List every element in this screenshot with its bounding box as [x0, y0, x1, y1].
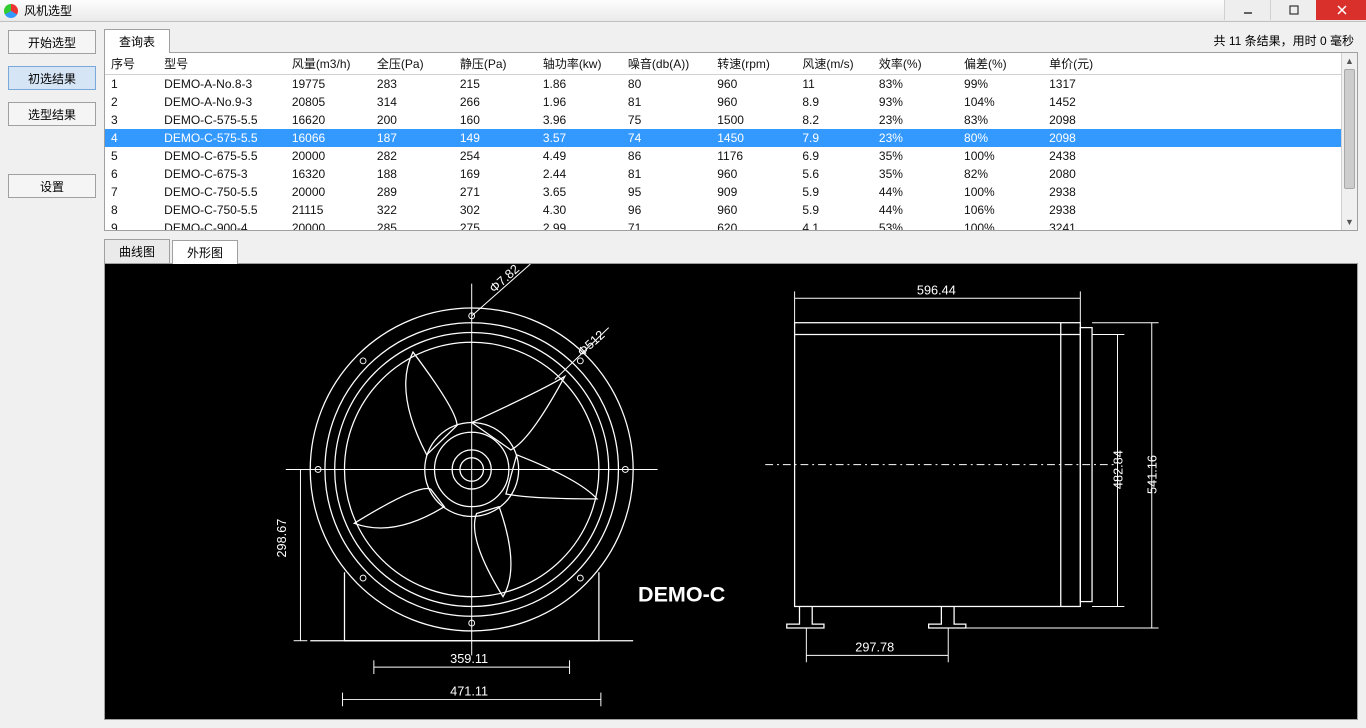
column-header[interactable]: 转速(rpm): [711, 53, 796, 75]
model-label: DEMO-C: [638, 583, 725, 607]
titlebar: 风机选型: [0, 0, 1366, 22]
drawing-pane: 298.67 359.11 471.11 Φ7.82 Φ512 DEMO-C: [104, 264, 1358, 720]
scroll-thumb[interactable]: [1344, 69, 1355, 189]
drawing-svg: 298.67 359.11 471.11 Φ7.82 Φ512 DEMO-C: [105, 264, 1357, 719]
table-row[interactable]: 1DEMO-A-No.8-3197752832151.86809601183%9…: [105, 75, 1341, 94]
column-header[interactable]: 序号: [105, 53, 158, 75]
dim-side-base: 297.78: [855, 639, 894, 654]
table-row[interactable]: 2DEMO-A-No.9-3208053142661.96819608.993%…: [105, 93, 1341, 111]
dim-phi1: Φ7.82: [486, 264, 522, 296]
preliminary-results-button[interactable]: 初选结果: [8, 66, 96, 90]
table-row[interactable]: 5DEMO-C-675-5.5200002822544.498611766.93…: [105, 147, 1341, 165]
maximize-button[interactable]: [1270, 0, 1316, 20]
vertical-scrollbar[interactable]: ▲ ▼: [1341, 53, 1357, 230]
table-row[interactable]: 6DEMO-C-675-3163201881692.44819605.635%8…: [105, 165, 1341, 183]
column-header[interactable]: 噪音(db(A)): [622, 53, 711, 75]
table-row[interactable]: 7DEMO-C-750-5.5200002892713.65959095.944…: [105, 183, 1341, 201]
column-header[interactable]: 偏差(%): [958, 53, 1043, 75]
close-button[interactable]: [1316, 0, 1366, 20]
column-header[interactable]: 风速(m/s): [796, 53, 873, 75]
sidebar: 开始选型 初选结果 选型结果 设置: [0, 22, 104, 728]
settings-button[interactable]: 设置: [8, 174, 96, 198]
table-body[interactable]: 1DEMO-A-No.8-3197752832151.86809601183%9…: [105, 75, 1341, 231]
dim-side-h2: 541.16: [1145, 455, 1160, 494]
scroll-down-arrow[interactable]: ▼: [1342, 214, 1357, 230]
start-selection-button[interactable]: 开始选型: [8, 30, 96, 54]
dim-top-width: 596.44: [917, 282, 956, 297]
column-header[interactable]: 风量(m3/h): [286, 53, 371, 75]
window-title: 风机选型: [24, 2, 72, 19]
column-header[interactable]: 型号: [158, 53, 286, 75]
column-header[interactable]: 轴功率(kw): [537, 53, 622, 75]
dim-h: 298.67: [274, 519, 289, 558]
app-icon: [4, 4, 18, 18]
column-header[interactable]: 单价(元): [1043, 53, 1128, 75]
table-row[interactable]: 9DEMO-C-900-4200002852752.99716204.153%1…: [105, 219, 1341, 230]
minimize-button[interactable]: [1224, 0, 1270, 20]
column-header[interactable]: 静压(Pa): [454, 53, 537, 75]
table-row[interactable]: 8DEMO-C-750-5.5211153223024.30969605.944…: [105, 201, 1341, 219]
dim-w-total: 471.11: [450, 684, 488, 699]
table-row[interactable]: 3DEMO-C-575-5.5166202001603.967515008.22…: [105, 111, 1341, 129]
dim-phi2: Φ512: [574, 327, 607, 359]
selection-results-button[interactable]: 选型结果: [8, 102, 96, 126]
content-pane: 查询表 共 11 条结果，用时 0 毫秒 序号型号风量(m3/h)全压(Pa)静…: [104, 22, 1366, 728]
table-row[interactable]: 4DEMO-C-575-5.5160661871493.577414507.92…: [105, 129, 1341, 147]
top-tabs: 查询表 共 11 条结果，用时 0 毫秒: [104, 28, 1358, 53]
tab-outline[interactable]: 外形图: [172, 240, 238, 264]
column-header[interactable]: 全压(Pa): [371, 53, 454, 75]
column-header[interactable]: 效率(%): [873, 53, 958, 75]
scroll-up-arrow[interactable]: ▲: [1342, 53, 1357, 69]
window-controls: [1224, 0, 1366, 20]
status-text: 共 11 条结果，用时 0 毫秒: [1214, 32, 1358, 52]
table-header-row[interactable]: 序号型号风量(m3/h)全压(Pa)静压(Pa)轴功率(kw)噪音(db(A))…: [105, 53, 1341, 75]
drawing-tabs: 曲线图 外形图: [104, 239, 1358, 264]
results-table: 序号型号风量(m3/h)全压(Pa)静压(Pa)轴功率(kw)噪音(db(A))…: [105, 53, 1341, 230]
tab-query-table[interactable]: 查询表: [104, 29, 170, 53]
tab-curve[interactable]: 曲线图: [104, 239, 170, 263]
results-table-pane: 序号型号风量(m3/h)全压(Pa)静压(Pa)轴功率(kw)噪音(db(A))…: [104, 53, 1358, 231]
dim-side-h1: 482.84: [1110, 450, 1125, 489]
dim-w-base: 359.11: [450, 651, 488, 666]
